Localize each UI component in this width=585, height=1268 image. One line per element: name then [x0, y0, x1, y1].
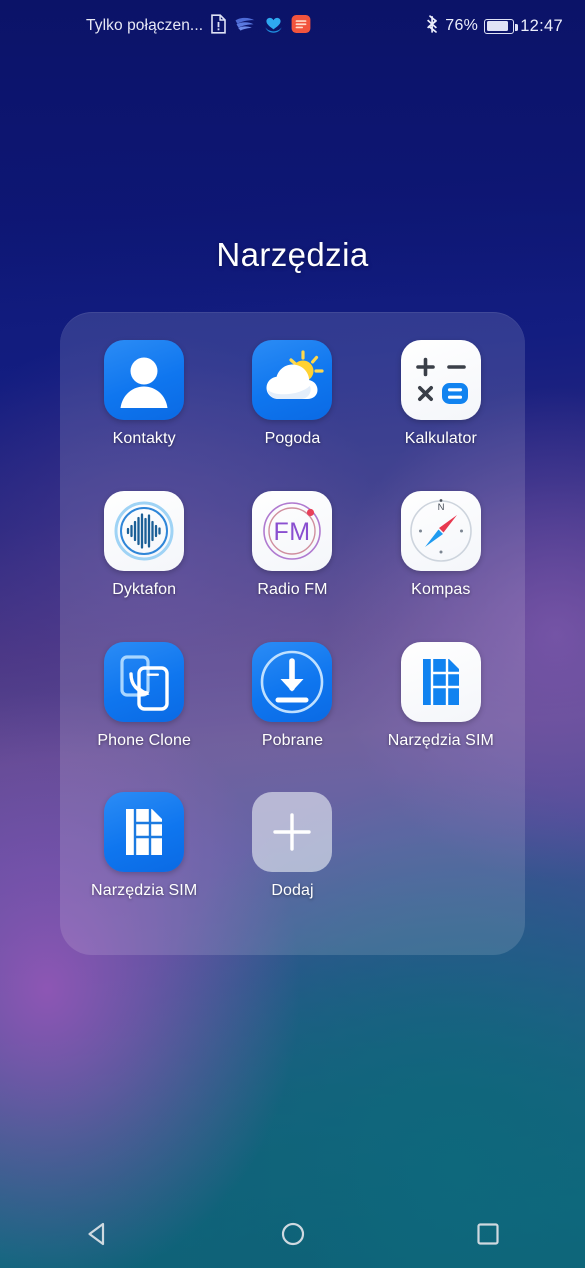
- battery-fill: [486, 21, 509, 31]
- heart-hands-icon: [263, 14, 284, 38]
- sim-tools-alt-icon[interactable]: [104, 792, 185, 873]
- app-item-sim-tools[interactable]: Narzędzia SIM: [367, 636, 515, 787]
- phone-clone-icon[interactable]: [104, 641, 185, 722]
- battery-percent-label: 76%: [445, 17, 479, 34]
- compass-icon[interactable]: N: [400, 490, 481, 571]
- app-item-kontakty[interactable]: Kontakty: [70, 334, 218, 485]
- back-triangle-icon[interactable]: [62, 1200, 134, 1268]
- clock-label: 12:47: [520, 16, 563, 35]
- navigation-bar: [0, 1200, 585, 1268]
- app-label: Kompas: [411, 580, 471, 598]
- app-label: Narzędzia SIM: [91, 882, 198, 900]
- add-plus-icon[interactable]: [252, 792, 333, 873]
- calculator-icon[interactable]: [400, 340, 481, 420]
- bluetooth-icon: [426, 14, 439, 38]
- voice-recorder-icon[interactable]: [104, 490, 185, 571]
- wave-swoosh-icon: [234, 14, 256, 38]
- svg-text:N: N: [437, 502, 444, 513]
- app-item-pobrane[interactable]: Pobrane: [218, 636, 366, 787]
- app-label: Pogoda: [264, 430, 321, 447]
- downloads-icon[interactable]: [252, 641, 333, 722]
- app-item-radio-fm[interactable]: FM Radio FM: [218, 485, 366, 636]
- app-item-dodaj[interactable]: Dodaj: [218, 786, 366, 937]
- app-item-kalkulator[interactable]: Kalkulator: [367, 334, 515, 485]
- app-label: Dyktafon: [112, 580, 177, 598]
- status-bar-left: Tylko połączen...: [86, 14, 311, 38]
- app-label: Pobrane: [261, 731, 324, 749]
- recents-square-icon[interactable]: [452, 1200, 524, 1268]
- app-item-dyktafon[interactable]: Dyktafon: [70, 485, 218, 636]
- carrier-label: Tylko połączen...: [86, 17, 204, 34]
- weather-icon[interactable]: [252, 340, 333, 420]
- status-bar: Tylko połączen... 76% 12:47: [0, 0, 585, 52]
- home-circle-icon[interactable]: [257, 1200, 329, 1268]
- app-grid: Kontakty Pogoda Kalkulator Dyktafon FM R…: [60, 312, 525, 955]
- app-label: Phone Clone: [97, 731, 191, 749]
- app-label: Narzędzia SIM: [387, 731, 494, 749]
- status-bar-right: 76% 12:47: [426, 0, 563, 52]
- app-label: Dodaj: [271, 882, 314, 900]
- folder-title: Narzędzia: [216, 236, 369, 273]
- document-alert-icon: [210, 14, 227, 38]
- battery-icon: [484, 18, 518, 34]
- contacts-icon[interactable]: [104, 340, 185, 420]
- radio-fm-icon[interactable]: FM: [252, 490, 333, 571]
- app-item-pogoda[interactable]: Pogoda: [218, 334, 366, 485]
- svg-text:FM: FM: [274, 518, 311, 546]
- orange-app-icon: [291, 14, 311, 38]
- app-item-sim-tools-alt[interactable]: Narzędzia SIM: [70, 786, 218, 937]
- app-item-kompas[interactable]: N Kompas: [367, 485, 515, 636]
- app-label: Kalkulator: [404, 430, 477, 447]
- sim-tools-icon[interactable]: [400, 641, 481, 722]
- app-item-phone-clone[interactable]: Phone Clone: [70, 636, 218, 787]
- app-label: Radio FM: [257, 580, 328, 598]
- folder-panel: Kontakty Pogoda Kalkulator Dyktafon FM R…: [60, 312, 525, 955]
- app-label: Kontakty: [112, 430, 176, 447]
